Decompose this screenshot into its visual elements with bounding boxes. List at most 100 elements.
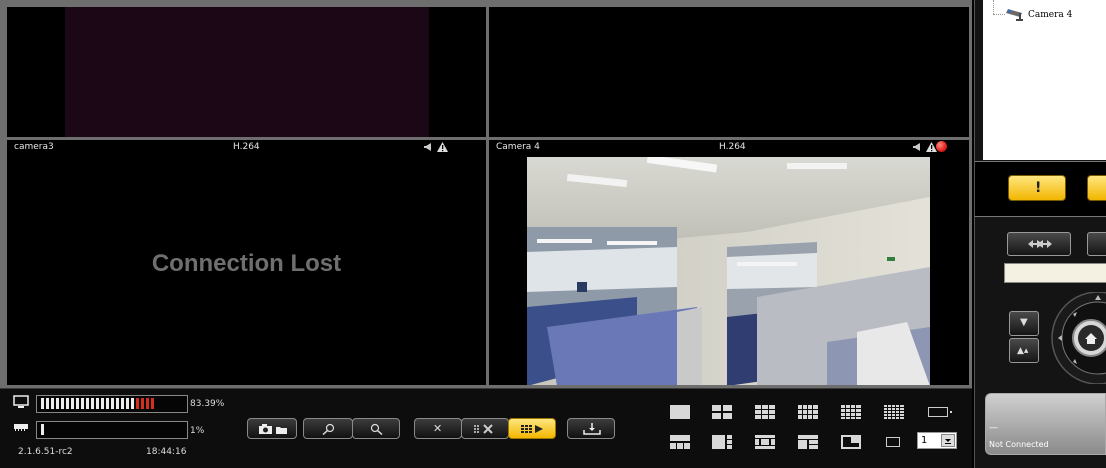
meter-segment [41, 398, 44, 409]
ptz-status-box: — Not Connected [985, 393, 1106, 455]
zoom-in-icon [322, 423, 335, 435]
cpu-usage-meter [36, 395, 188, 413]
layout-3x3-button[interactable] [755, 405, 775, 419]
layout-2x2-button[interactable] [712, 405, 732, 419]
download-icon [583, 423, 601, 435]
warning-icon [437, 142, 448, 152]
camera-4-codec: H.264 [719, 142, 746, 152]
meter-segment [76, 398, 79, 409]
page-select-value: 1 [921, 435, 928, 446]
sequence-icon [521, 425, 543, 433]
snapshot-button[interactable] [247, 418, 297, 439]
chevron-down-icon[interactable] [941, 434, 955, 447]
bottom-toolbar: 83.39% 1% 2.1.6.51-rc2 18:44:16 ✕ 1 [0, 388, 972, 468]
layout-1plus7-button[interactable] [712, 435, 732, 449]
clock-text: 18:44:16 [146, 447, 187, 457]
ptz-input-field[interactable] [1004, 263, 1106, 283]
mountain-icon: ▲▴ [1017, 346, 1029, 356]
meter-segment [151, 398, 154, 409]
layout-5x5-button[interactable] [884, 405, 904, 419]
meter-segment [91, 398, 94, 409]
camera-4-header: Camera 4 H.264 [489, 140, 969, 154]
camera-icon [1006, 9, 1023, 21]
meter-segment [51, 398, 54, 409]
camera-3-header: camera3 H.264 [7, 140, 486, 154]
meter-segment [41, 424, 44, 435]
connection-lost-text: Connection Lost [151, 250, 342, 277]
meter-segment [116, 398, 119, 409]
recording-indicator-icon [936, 141, 947, 152]
camera-cell-1[interactable] [7, 7, 486, 137]
close-view-button[interactable]: ✕ [414, 418, 462, 439]
tree-line [993, 0, 994, 14]
camera-cell-4[interactable]: Camera 4 H.264 [489, 140, 969, 385]
camera-4-video-feed [527, 157, 930, 385]
ptz-preset-button[interactable] [1087, 232, 1106, 256]
monitor-icon [13, 395, 29, 408]
focus-near-button[interactable]: ▼ [1009, 311, 1039, 336]
layout-1x1-button[interactable] [670, 405, 690, 419]
memory-usage-meter [36, 421, 188, 439]
zoom-out-button[interactable] [352, 418, 400, 439]
meter-segment [66, 398, 69, 409]
layout-custom-dropdown[interactable] [928, 407, 952, 421]
event-button[interactable] [1087, 175, 1106, 201]
camera-1-video [65, 7, 429, 137]
meter-segment [86, 398, 89, 409]
meter-segment [96, 398, 99, 409]
fullscreen-button[interactable] [884, 435, 904, 449]
meter-segment [141, 398, 144, 409]
tree-line [993, 14, 1005, 15]
meter-segment [56, 398, 59, 409]
layout-1plus12-button[interactable] [798, 435, 818, 449]
close-all-icon [474, 424, 493, 434]
meter-segment [106, 398, 109, 409]
page-select[interactable]: 1 [917, 432, 957, 449]
version-text: 2.1.6.51-rc2 [18, 447, 73, 457]
meter-segment [71, 398, 74, 409]
layout-4x3-button[interactable] [798, 405, 818, 419]
camera-folder-icon [259, 424, 287, 434]
meter-segment [46, 398, 49, 409]
focus-far-button[interactable]: ▲▴ [1009, 338, 1039, 363]
speaker-icon[interactable] [424, 143, 432, 151]
memory-usage-text: 1% [190, 426, 205, 436]
tree-item-camera-4[interactable]: Camera 4 [1028, 10, 1072, 20]
device-tree: Camera 4 [983, 0, 1106, 160]
layout-center-button[interactable] [755, 435, 775, 449]
exclamation-icon: ! [1035, 180, 1042, 196]
ptz-arrows-icon [1028, 240, 1052, 248]
zoom-in-button[interactable] [303, 418, 353, 439]
speaker-icon[interactable] [913, 143, 921, 151]
camera-grid: camera3 H.264 Connection Lost Camera 4 H… [0, 0, 972, 388]
download-button[interactable] [567, 418, 615, 439]
meter-segment [131, 398, 134, 409]
close-x-icon: ✕ [433, 422, 443, 435]
cpu-usage-text: 83.39% [190, 399, 225, 409]
meter-segment [61, 398, 64, 409]
camera-3-codec: H.264 [233, 142, 260, 152]
close-all-button[interactable] [461, 418, 509, 439]
layout-1plus5-button[interactable] [670, 435, 690, 449]
layout-4x4-button[interactable] [841, 405, 861, 419]
connection-status-text: Not Connected [989, 440, 1049, 449]
camera-cell-3[interactable]: camera3 H.264 Connection Lost [7, 140, 486, 385]
status-dash: — [989, 423, 998, 433]
meter-segment [81, 398, 84, 409]
meter-segment [136, 398, 139, 409]
sequence-button[interactable] [508, 418, 556, 439]
meter-segment [121, 398, 124, 409]
focus-icon: ▼ [1020, 317, 1028, 328]
zoom-out-icon [370, 423, 383, 435]
alarm-button[interactable]: ! [1008, 175, 1066, 201]
ptz-joystick[interactable] [1048, 292, 1106, 384]
memory-icon [14, 424, 28, 431]
camera-cell-2[interactable] [489, 7, 969, 137]
office-scene-image [527, 157, 930, 385]
meter-segment [126, 398, 129, 409]
meter-segment [146, 398, 149, 409]
ptz-pattern-button[interactable] [1007, 232, 1071, 256]
camera-3-name: camera3 [14, 142, 54, 152]
layout-pip-button[interactable] [841, 435, 861, 449]
camera-4-name: Camera 4 [496, 142, 540, 152]
